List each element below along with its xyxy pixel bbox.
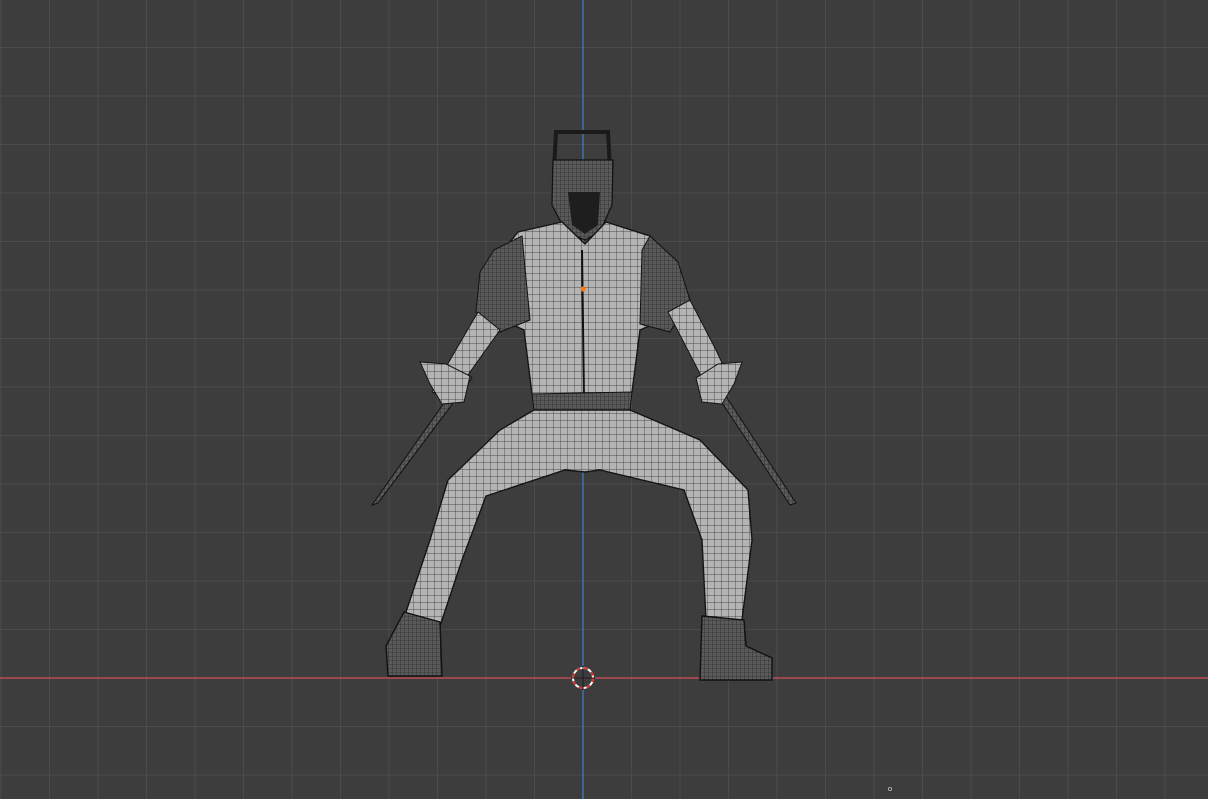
right-shoe xyxy=(699,615,773,681)
stray-vertex xyxy=(888,787,893,792)
3d-cursor[interactable] xyxy=(571,666,595,690)
left-shoe xyxy=(385,611,443,677)
object-origin[interactable] xyxy=(580,286,586,292)
belt xyxy=(531,391,633,411)
character-mesh[interactable] xyxy=(370,130,797,681)
pants xyxy=(403,409,753,633)
3d-viewport[interactable] xyxy=(0,0,1208,799)
viewport-canvas[interactable] xyxy=(0,0,1208,799)
